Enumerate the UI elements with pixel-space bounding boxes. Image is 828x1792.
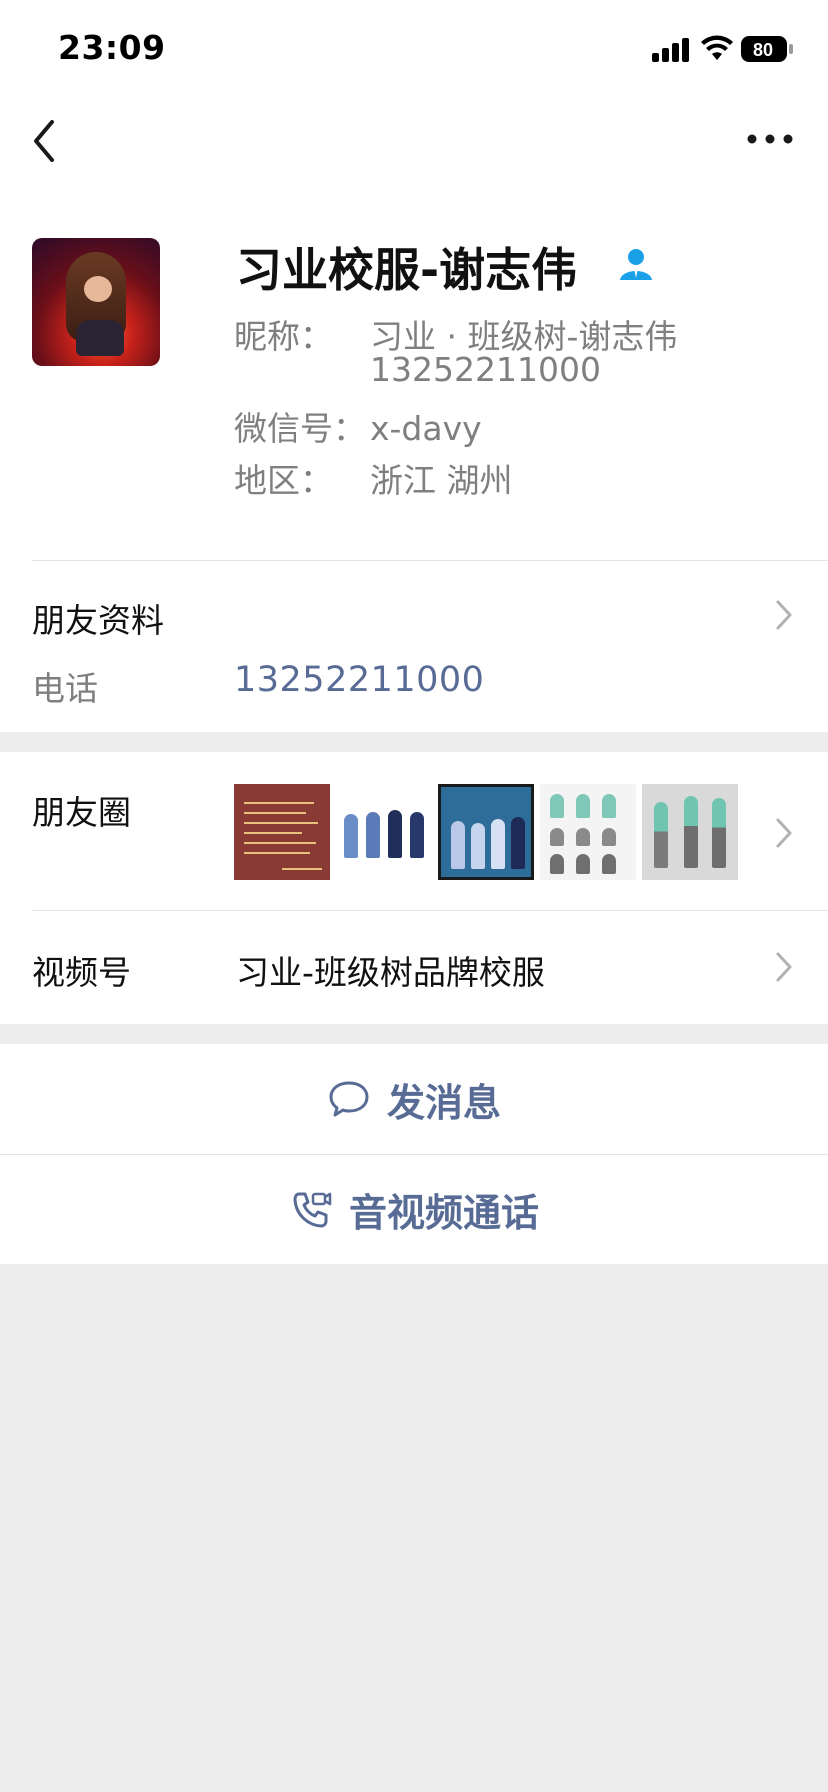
moments-thumbnail (336, 784, 432, 880)
status-bar: 23:09 80 (0, 0, 828, 96)
wifi-icon (701, 35, 733, 60)
phone-label: 电话 (32, 669, 98, 708)
moments-thumbnail (642, 784, 738, 880)
chevron-right-icon[interactable] (774, 816, 794, 850)
battery-icon: 80 (741, 36, 793, 62)
back-arrow-icon[interactable] (28, 116, 64, 166)
channels-title[interactable]: 视频号 (32, 946, 131, 994)
status-time: 23:09 (58, 28, 166, 67)
phone-value[interactable]: 13252211000 (234, 660, 484, 700)
video-call-icon (293, 1192, 332, 1227)
moments-title[interactable]: 朋友圈 (32, 786, 131, 834)
video-call-label: 音视频通话 (348, 1191, 539, 1235)
divider (32, 560, 828, 561)
wechat-id-label: 微信号： (234, 409, 366, 448)
divider (32, 910, 828, 911)
moments-thumbnails[interactable] (234, 784, 738, 880)
avatar[interactable] (32, 238, 160, 366)
contact-person-icon (620, 249, 652, 280)
nav-header (0, 96, 828, 192)
chevron-right-icon[interactable] (774, 950, 794, 984)
moments-thumbnail (234, 784, 330, 880)
nickname-value-line2: 13252211000 (370, 350, 601, 389)
region-label: 地区： (234, 461, 333, 500)
contact-profile-page: 23:09 80 习业校服-谢志伟 昵称： 习业 · 班级树-谢志伟 13252… (0, 0, 828, 1792)
action-buttons: 发消息 音视频通话 (0, 1044, 828, 1264)
battery-level: 80 (753, 40, 773, 60)
send-message-button[interactable]: 发消息 (0, 1044, 828, 1154)
region-value: 浙江 湖州 (370, 461, 513, 500)
moments-section: 朋友圈 视频号 习业-班级树品牌校服 (0, 752, 828, 1024)
cellular-signal-icon (652, 38, 692, 62)
moments-thumbnail (540, 784, 636, 880)
region-row: 地区： 浙江 湖州 (234, 454, 513, 502)
wechat-id-value: x-davy (370, 409, 482, 448)
chat-bubble-icon (329, 1081, 369, 1117)
more-dots-icon[interactable] (740, 124, 800, 154)
chevron-right-icon[interactable] (774, 598, 794, 632)
wechat-id-row[interactable]: 微信号： x-davy (234, 402, 482, 450)
nickname-label: 昵称： (234, 317, 333, 356)
video-call-button[interactable]: 音视频通话 (0, 1154, 828, 1264)
friend-info-title[interactable]: 朋友资料 (32, 594, 164, 642)
send-message-label: 发消息 (386, 1080, 501, 1125)
display-name: 习业校服-谢志伟 (236, 243, 578, 297)
channels-value[interactable]: 习业-班级树品牌校服 (236, 946, 545, 994)
moments-thumbnail (438, 784, 534, 880)
profile-card: 习业校服-谢志伟 昵称： 习业 · 班级树-谢志伟 13252211000 微信号… (0, 192, 828, 732)
